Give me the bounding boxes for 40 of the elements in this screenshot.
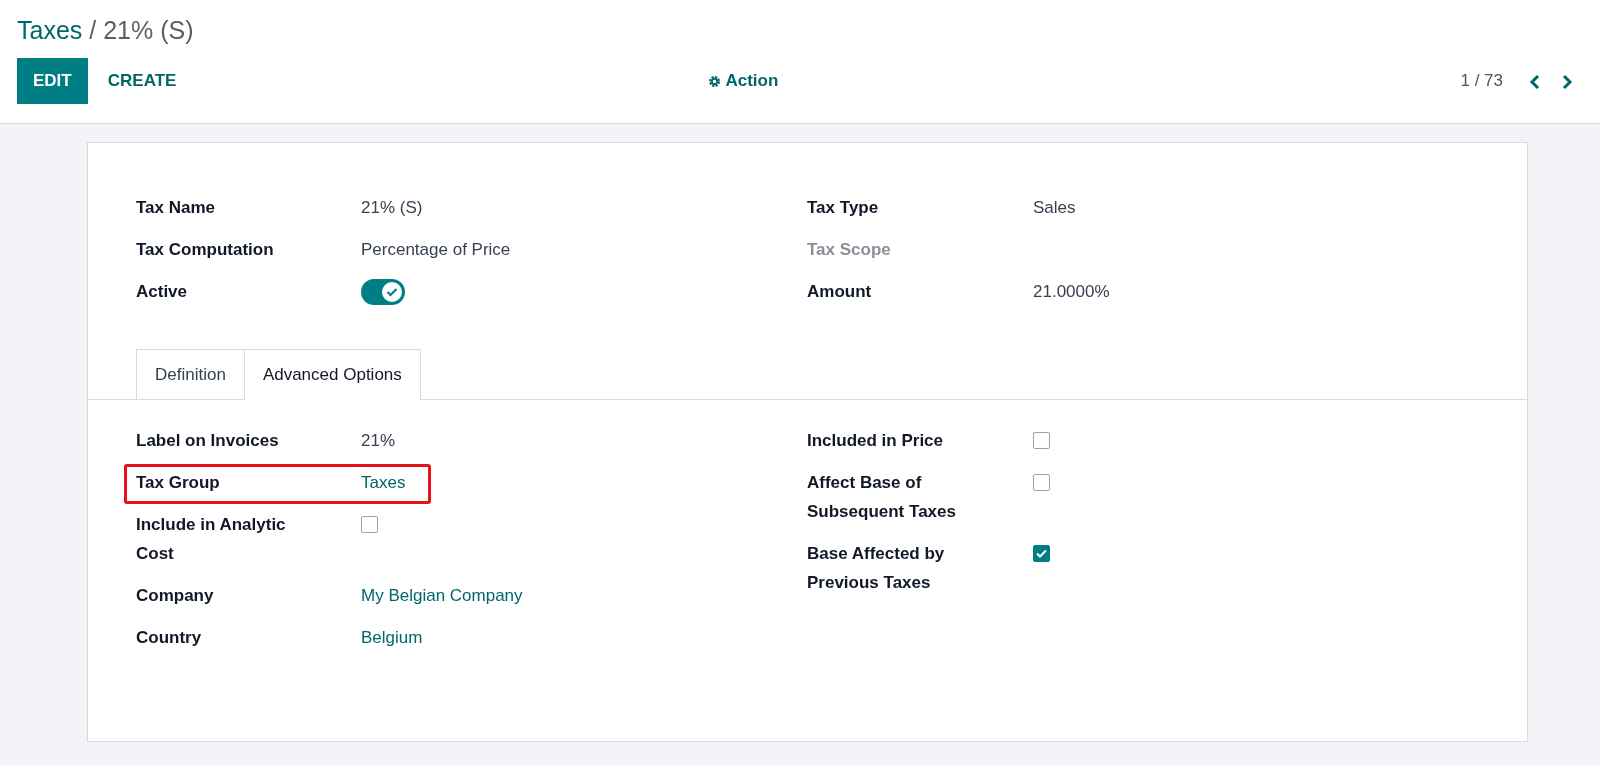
toggle-switch[interactable] [361, 279, 405, 305]
field-label: Include in Analytic Cost [136, 513, 287, 565]
field-label: Tax Scope [807, 239, 892, 261]
field-label: Country [136, 626, 203, 649]
field-link[interactable]: My Belgian Company [361, 580, 523, 610]
action-menu[interactable]: Action [702, 67, 785, 95]
field-label: Affect Base of Subsequent Taxes [807, 471, 957, 523]
field-label: Label on Invoices [136, 429, 280, 452]
pager-counter: 1 / 73 [1460, 70, 1503, 93]
field-label: Tax Computation [136, 239, 275, 261]
gear-icon [708, 74, 722, 88]
checkbox[interactable] [361, 515, 378, 533]
field-value: 21.0000% [1033, 281, 1110, 303]
field-label: Active [136, 281, 189, 303]
chevron-left-icon [1529, 73, 1541, 90]
check-icon [386, 287, 398, 297]
chevron-right-icon [1561, 73, 1573, 90]
field-label: Included in Price [807, 429, 945, 452]
field-value: 21% [361, 429, 396, 452]
field-label: Tax Type [807, 197, 880, 219]
field-value: Sales [1033, 197, 1076, 219]
edit-button[interactable]: EDIT [17, 58, 88, 104]
field-value: Percentage of Price [361, 239, 511, 261]
field-label: Tax Name [136, 197, 217, 219]
check-icon [1036, 548, 1047, 558]
checkbox[interactable] [1033, 544, 1050, 562]
create-button[interactable]: CREATE [87, 58, 197, 104]
tab[interactable]: Advanced Options [243, 349, 421, 400]
field-label: Base Affected by Previous Taxes [807, 542, 946, 594]
field-label: Amount [807, 281, 873, 303]
breadcrumb-current: / 21% (S) [89, 16, 194, 44]
tab[interactable]: Definition [136, 349, 244, 400]
field-link[interactable]: Belgium [361, 622, 423, 652]
breadcrumb-link[interactable]: Taxes [17, 16, 83, 44]
checkbox[interactable] [1033, 431, 1050, 449]
field-label: Tax Group [136, 471, 221, 494]
field-link[interactable]: Taxes [361, 467, 406, 497]
field-value: 21% (S) [361, 197, 423, 219]
field-label: Company [136, 584, 215, 607]
checkbox[interactable] [1033, 473, 1050, 491]
